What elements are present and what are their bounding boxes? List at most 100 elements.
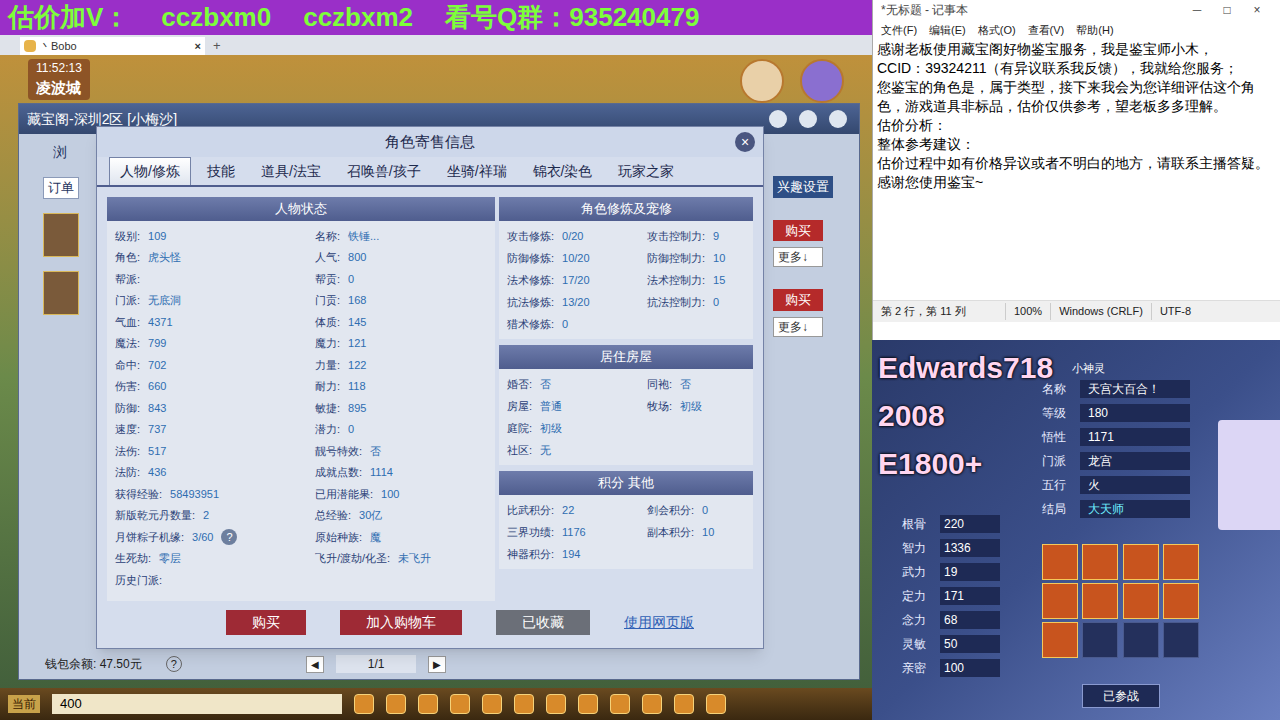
stat-cell: 牧场:初级 <box>647 398 702 415</box>
help-icon[interactable]: ? <box>221 529 237 545</box>
toolbar-icon[interactable] <box>514 694 534 714</box>
skill-icon[interactable] <box>1163 622 1199 658</box>
orders-tab[interactable]: 订单 <box>43 177 79 199</box>
toolbar-icon[interactable] <box>546 694 566 714</box>
toolbar-icon[interactable] <box>706 694 726 714</box>
toolbar-icon[interactable] <box>418 694 438 714</box>
dialog-tab[interactable]: 道具/法宝 <box>251 157 331 185</box>
menu-item[interactable]: 文件(F) <box>881 22 917 39</box>
avatar-icon[interactable] <box>740 59 784 103</box>
browse-tab[interactable]: 浏 <box>53 142 67 163</box>
dialog-tab[interactable]: 玩家之家 <box>608 157 684 185</box>
new-tab[interactable]: + <box>205 36 229 56</box>
menu-item[interactable]: 编辑(E) <box>929 22 966 39</box>
dialog-tab[interactable]: 坐骑/祥瑞 <box>437 157 517 185</box>
dialog-button[interactable]: 购买 <box>226 610 306 635</box>
panel-header: 人物状态 <box>107 197 495 221</box>
dialog-button[interactable]: 加入购物车 <box>340 610 462 635</box>
info-panel: 积分 其他比武积分:22剑会积分:0三界功绩:1176副本积分:10神器积分:1… <box>499 471 753 569</box>
listing-avatar[interactable] <box>43 271 79 315</box>
stat-label: 人气: <box>315 249 340 266</box>
stat-cell: 获得经验:58493951 <box>115 486 219 503</box>
skill-icon[interactable] <box>1042 583 1078 619</box>
settings-icon[interactable] <box>799 110 817 128</box>
stat-label: 社区: <box>507 442 532 459</box>
toolbar-icon[interactable] <box>386 694 406 714</box>
stat-cell: 法术修炼:17/20 <box>507 272 590 289</box>
stat-value: 9 <box>713 228 719 245</box>
dialog-tab[interactable]: 锦衣/染色 <box>523 157 603 185</box>
skill-icon[interactable] <box>1082 544 1118 580</box>
stat-value: 122 <box>348 357 366 374</box>
stat-label: 法伤: <box>115 443 140 460</box>
listing-avatar[interactable] <box>43 213 79 257</box>
buy-button[interactable]: 购买 <box>773 220 823 242</box>
stat-cell: 原始种族:魔 <box>315 529 381 546</box>
stat-value: 0 <box>702 502 708 519</box>
stat-label: 新版乾元丹数量: <box>115 507 195 524</box>
avatar-icon[interactable] <box>800 59 844 103</box>
more-button[interactable]: 更多↓ <box>773 317 823 337</box>
window-control[interactable]: □ <box>1212 1 1242 19</box>
stat-label: 月饼粽子机缘: <box>115 529 184 546</box>
dialog-close[interactable]: × <box>735 132 755 152</box>
close-icon[interactable] <box>829 110 847 128</box>
skill-icon[interactable] <box>1042 544 1078 580</box>
stat-label: 房屋: <box>507 398 532 415</box>
toolbar-icon[interactable] <box>642 694 662 714</box>
dialog-button[interactable]: 使用网页版 <box>624 612 694 633</box>
dialog-tab[interactable]: 召唤兽/孩子 <box>337 157 431 185</box>
toolbar-icon[interactable] <box>578 694 598 714</box>
banner-text: cczbxm0 <box>161 0 271 37</box>
help-icon[interactable]: ? <box>166 656 182 672</box>
skill-icon[interactable] <box>1123 544 1159 580</box>
stat-cell: 婚否:否 <box>507 376 551 393</box>
more-button[interactable]: 更多↓ <box>773 247 823 267</box>
battle-button[interactable]: 已参战 <box>1082 684 1160 708</box>
toolbar-icon[interactable] <box>482 694 502 714</box>
skill-icon[interactable] <box>1082 622 1118 658</box>
stat-label: 体质: <box>315 314 340 331</box>
skill-icon[interactable] <box>1082 583 1118 619</box>
stat-cell: 人气:800 <box>315 249 366 266</box>
stat-value: 否 <box>370 443 381 460</box>
toolbar-icon[interactable] <box>674 694 694 714</box>
toolbar-icon[interactable] <box>354 694 374 714</box>
window-control[interactable]: × <box>1242 1 1272 19</box>
menu-item[interactable]: 查看(V) <box>1028 22 1065 39</box>
info-panel: 居住房屋婚否:否同袍:否房屋:普通牧场:初级庭院:初级社区:无 <box>499 345 753 465</box>
stat-label: 三界功绩: <box>507 524 554 541</box>
tab-close[interactable]: × <box>195 38 201 55</box>
dialog-button[interactable]: 已收藏 <box>496 610 590 635</box>
toolbar-icon[interactable] <box>610 694 630 714</box>
browser-tab[interactable]: 丶Bobo× <box>20 37 205 55</box>
dialog-tab[interactable]: 技能 <box>197 157 245 185</box>
buy-button[interactable]: 购买 <box>773 289 823 311</box>
skill-icon[interactable] <box>1123 622 1159 658</box>
skill-icon[interactable] <box>1042 622 1078 658</box>
skill-icon[interactable] <box>1163 583 1199 619</box>
menu-item[interactable]: 格式(O) <box>978 22 1016 39</box>
interest-button[interactable]: 兴趣设置 <box>773 176 833 198</box>
stat-label: 防御: <box>115 400 140 417</box>
text-line: CCID：39324211（有异议联系我反馈），我就给您服务； <box>877 59 1276 78</box>
stat-value: 121 <box>348 335 366 352</box>
notepad-text[interactable]: 感谢老板使用藏宝阁好物鉴宝服务，我是鉴宝师小木，CCID：39324211（有异… <box>873 40 1280 300</box>
skill-icon[interactable] <box>1123 583 1159 619</box>
next-page[interactable]: ▶ <box>428 656 446 673</box>
stat-label: 角色: <box>115 249 140 266</box>
stat-label: 抗法控制力: <box>647 294 705 311</box>
stat-label: 庭院: <box>507 420 532 437</box>
minimize-icon[interactable] <box>769 110 787 128</box>
stat-value: 未飞升 <box>398 550 431 567</box>
stat-label: 靓号特效: <box>315 443 362 460</box>
menu-item[interactable]: 帮助(H) <box>1076 22 1113 39</box>
toolbar-icon[interactable] <box>450 694 470 714</box>
prev-page[interactable]: ◀ <box>306 656 324 673</box>
skill-icon[interactable] <box>1163 544 1199 580</box>
stat-cell: 庭院:初级 <box>507 420 562 437</box>
dialog-tab[interactable]: 人物/修炼 <box>109 157 191 185</box>
window-control[interactable]: ─ <box>1182 1 1212 19</box>
status-item: 第 2 行，第 11 列 <box>873 303 1005 320</box>
channel-label[interactable]: 当前 <box>8 695 40 713</box>
